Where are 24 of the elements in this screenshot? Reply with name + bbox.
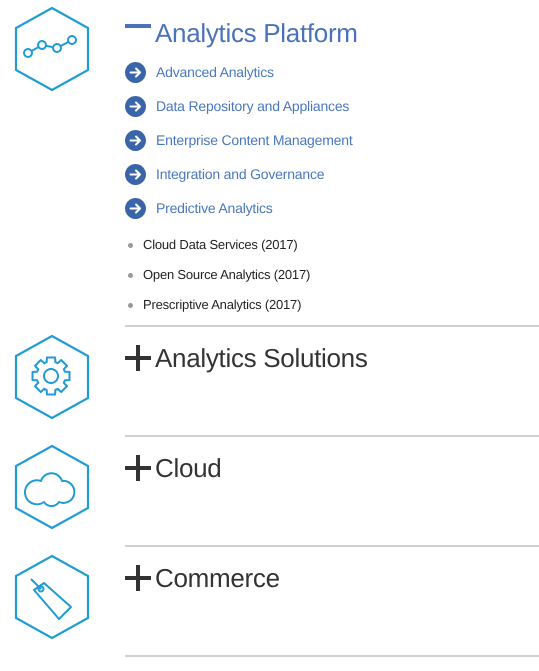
hexagon-cloud-icon	[14, 444, 90, 530]
product-item: Cloud Data Services (2017)	[143, 236, 298, 254]
product-link[interactable]: Data Repository and Appliances	[125, 95, 539, 117]
arrow-circle-icon	[125, 96, 146, 116]
hexagon-settings-icon	[14, 334, 90, 420]
section-toggle-button[interactable]: Analytics Platform	[125, 16, 358, 50]
product-link[interactable]: Integration and Governance	[125, 163, 539, 185]
hexagon-line-chart-icon	[14, 6, 90, 92]
arrow-circle-icon	[125, 62, 146, 82]
section-toggle-button[interactable]: Analytics Solutions	[125, 341, 368, 375]
bullet-icon	[128, 242, 133, 248]
product-item: Open Source Analytics (2017)	[143, 266, 310, 284]
bullet-icon	[128, 302, 133, 308]
section-toggle-button[interactable]: Cloud	[125, 451, 222, 485]
section-toggle-button[interactable]: Commerce	[125, 561, 280, 595]
bullet-icon	[128, 272, 133, 278]
product-item: Prescriptive Analytics (2017)	[143, 296, 302, 314]
arrow-circle-icon	[125, 198, 146, 218]
arrow-circle-icon	[125, 164, 146, 184]
product-link[interactable]: Advanced Analytics	[125, 61, 539, 83]
product-link[interactable]: Enterprise Content Management	[125, 129, 539, 151]
product-link[interactable]: Predictive Analytics	[125, 197, 539, 219]
arrow-circle-icon	[125, 130, 146, 150]
hexagon-tag-icon	[14, 554, 90, 640]
